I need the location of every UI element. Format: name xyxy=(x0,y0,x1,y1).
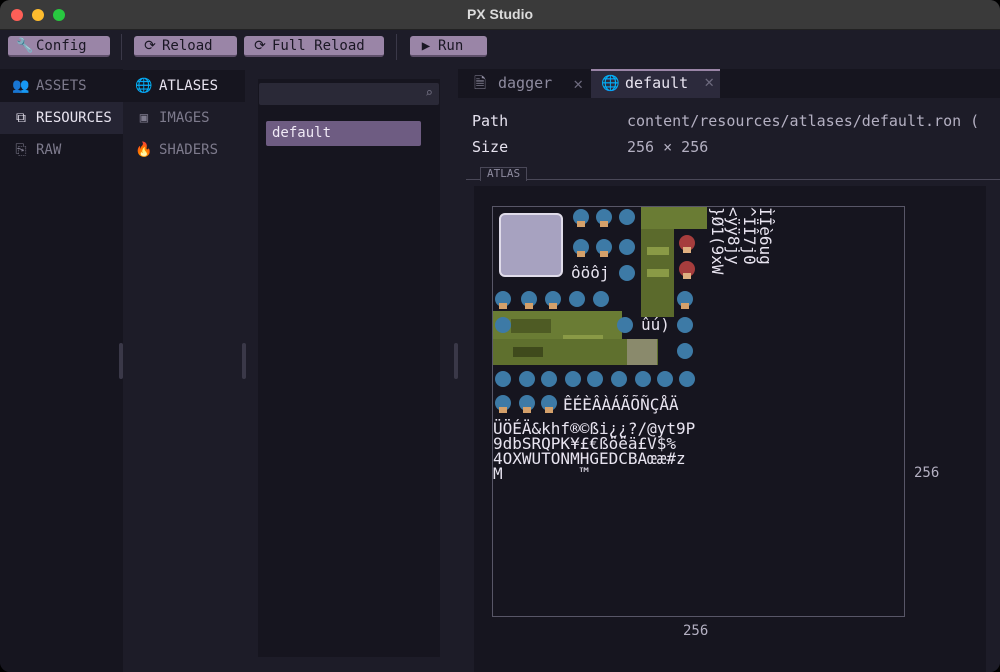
sidebar-item-label: RAW xyxy=(36,142,62,158)
sidebar-item-label: ASSETS xyxy=(36,78,87,94)
secondary-sidebar: 🌐 ATLASES ▣ IMAGES 🔥 SHADERS xyxy=(123,69,245,672)
toolbar-divider xyxy=(396,34,397,60)
search-icon[interactable]: ⌕ xyxy=(425,86,433,101)
sidebar-item-label: IMAGES xyxy=(159,110,210,126)
search-input-wrapper: ⌕ xyxy=(259,83,439,105)
run-button[interactable]: ▶ Run xyxy=(410,36,487,57)
flame-icon: 🔥 xyxy=(135,142,153,158)
sidebar-item-label: RESOURCES xyxy=(36,110,112,126)
atlas-glyph-row: ÊÉÈÂÀÁÃÕÑÇÅÄ xyxy=(563,395,679,414)
close-icon[interactable]: ✕ xyxy=(704,69,714,94)
copy-icon: ⎘ xyxy=(15,142,27,158)
full-reload-button[interactable]: ⟳ Full Reload xyxy=(244,36,384,57)
atlas-glyph-row: M ™ xyxy=(493,464,590,483)
atlas-preview: ÜÖÉÄ&khf®©ßi¿¿?/@yt9P 9dbSRQPK¥£€ßöëä£V$… xyxy=(474,186,986,672)
tab-bar: 🗎 dagger ✕ 🌐 default ✕ xyxy=(458,69,1000,98)
editor-area: 🗎 dagger ✕ 🌐 default ✕ Path content/resour… xyxy=(458,69,1000,672)
size-value: 256 × 256 xyxy=(627,138,709,156)
atlas-glyph-column: ^ÏÎ7j0 xyxy=(740,207,759,265)
config-button-label: Config xyxy=(36,38,87,54)
atlas-glyph-column: }Ø1(9xW xyxy=(708,207,727,275)
atlas-glyph-column: <ÿÿ8jy xyxy=(724,207,743,265)
sidebar-item-assets[interactable]: 👥 ASSETS xyxy=(0,70,123,102)
globe-icon: 🌐 xyxy=(135,78,153,94)
group-divider xyxy=(466,179,1000,180)
window-title: PX Studio xyxy=(466,6,534,22)
globe-icon: 🌐 xyxy=(601,74,620,92)
sidebar-item-shaders[interactable]: 🔥 SHADERS xyxy=(123,134,245,166)
reload-button-label: Reload xyxy=(162,38,213,54)
refresh-icon: ⟳ xyxy=(144,38,156,54)
sidebar-item-label: ATLASES xyxy=(159,78,219,94)
sidebar-item-resources[interactable]: ⧉ RESOURCES xyxy=(0,102,123,134)
reload-button[interactable]: ⟳ Reload xyxy=(134,36,237,57)
primary-sidebar: 👥 ASSETS ⧉ RESOURCES ⎘ RAW xyxy=(0,69,123,672)
atlas-canvas[interactable]: ÜÖÉÄ&khf®©ßi¿¿?/@yt9P 9dbSRQPK¥£€ßöëä£V$… xyxy=(492,206,905,617)
path-value: content/resources/atlases/default.ron ( xyxy=(627,112,980,130)
app-window: PX Studio 🔧 Config ⟳ Reload ⟳ Full Reload ▶… xyxy=(0,0,1000,672)
atlas-glyph-column: ÌÎè6ug xyxy=(756,207,775,265)
resource-list-panel: ⌕ default xyxy=(258,79,440,657)
tab-label: dagger xyxy=(498,74,553,92)
sidebar-item-raw[interactable]: ⎘ RAW xyxy=(0,134,123,166)
title-bar: PX Studio xyxy=(0,0,1000,30)
sidebar-item-images[interactable]: ▣ IMAGES xyxy=(123,102,245,134)
size-label: Size xyxy=(472,138,509,156)
full-reload-button-label: Full Reload xyxy=(272,38,365,54)
image-icon: ▣ xyxy=(139,110,149,126)
assets-icon: 👥 xyxy=(12,78,30,94)
close-icon[interactable]: ✕ xyxy=(573,69,583,98)
atlas-group-tab: ATLAS xyxy=(480,167,528,181)
sprite-sheet-image xyxy=(493,207,707,413)
play-icon: ▶ xyxy=(421,38,431,54)
atlas-width-label: 256 xyxy=(683,623,709,639)
cube-icon: ⧉ xyxy=(16,110,26,126)
tab-default[interactable]: 🌐 default ✕ xyxy=(591,69,720,98)
wrench-icon: 🔧 xyxy=(16,38,34,54)
tab-label: default xyxy=(625,74,689,92)
refresh-icon: ⟳ xyxy=(254,38,266,54)
toolbar-divider xyxy=(121,34,122,60)
sidebar-resize-handle[interactable] xyxy=(242,343,246,379)
sidebar-item-atlases[interactable]: 🌐 ATLASES xyxy=(123,70,245,102)
sidebar-item-label: SHADERS xyxy=(159,142,219,158)
tab-dagger[interactable]: 🗎 dagger ✕ xyxy=(464,69,589,98)
list-item[interactable]: default xyxy=(266,121,421,146)
path-label: Path xyxy=(472,112,509,130)
file-icon: 🗎 xyxy=(474,74,487,92)
config-button[interactable]: 🔧 Config xyxy=(8,36,110,57)
atlas-glyph-row: ûú) xyxy=(641,315,670,334)
atlas-height-label: 256 xyxy=(914,465,940,481)
toolbar: 🔧 Config ⟳ Reload ⟳ Full Reload ▶ Run xyxy=(0,30,1000,64)
run-button-label: Run xyxy=(438,38,464,54)
atlas-glyph-row: ôöôj xyxy=(571,263,610,282)
